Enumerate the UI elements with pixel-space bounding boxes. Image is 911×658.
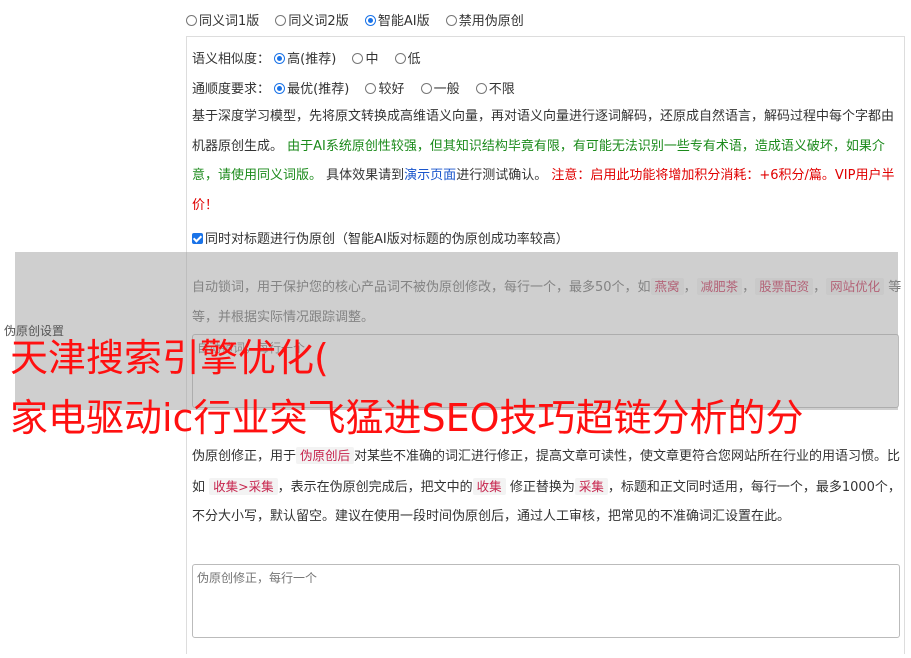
- radio-icon[interactable]: [186, 15, 197, 26]
- example-tag: 采集: [574, 477, 608, 495]
- radio-selected-icon[interactable]: [274, 53, 286, 64]
- similarity-row: 语义相似度： 高(推荐) 中 低: [192, 48, 433, 67]
- correction-description: 伪原创修正，用于 伪原创后 对某些不准确的词汇进行修正，提高文章可读性，使文章更符合…: [192, 447, 901, 524]
- overlay-title-line2: 家电驱动ic行业突飞猛进SEO技巧超链分析的分: [10, 396, 804, 440]
- ai-description: 基于深度学习模型，先将原文转换成高维语义向量，再对语义向量进行逐词解码，还原成自…: [192, 109, 895, 213]
- title-rewrite-checkbox-row[interactable]: 同时对标题进行伪原创（智能AI版对标题的伪原创成功率较高）: [192, 228, 569, 247]
- mode-option-disable[interactable]: 禁用伪原创: [445, 10, 524, 29]
- radio-icon[interactable]: [445, 15, 457, 26]
- fluency-label: 通顺度要求：: [192, 82, 271, 97]
- title-rewrite-label: 同时对标题进行伪原创（智能AI版对标题的伪原创成功率较高）: [205, 232, 569, 247]
- radio-selected-icon[interactable]: [364, 15, 376, 26]
- similarity-high[interactable]: 高(推荐): [274, 48, 336, 67]
- mode-option-synonym2[interactable]: 同义词2版: [275, 10, 349, 29]
- mode-selector: 同义词1版 同义词2版 智能AI版 禁用伪原创: [186, 10, 536, 29]
- fluency-good[interactable]: 较好: [365, 78, 404, 97]
- fluency-row: 通顺度要求： 最优(推荐) 较好 一般 不限: [192, 78, 527, 97]
- similarity-medium[interactable]: 中: [352, 48, 378, 67]
- correction-input[interactable]: [192, 564, 900, 638]
- fluency-unlimited[interactable]: 不限: [475, 78, 515, 97]
- radio-icon[interactable]: [394, 53, 406, 64]
- similarity-low[interactable]: 低: [394, 48, 421, 67]
- gray-overlay: [15, 252, 898, 410]
- radio-selected-icon[interactable]: [274, 83, 286, 94]
- overlay-title-line1: 天津搜索引擎优化(: [10, 336, 329, 380]
- radio-icon[interactable]: [475, 83, 487, 94]
- radio-icon[interactable]: [352, 53, 364, 64]
- fluency-best[interactable]: 最优(推荐): [274, 78, 349, 97]
- example-tag: 伪原创后: [296, 447, 355, 464]
- radio-icon[interactable]: [365, 83, 377, 94]
- similarity-label: 语义相似度：: [192, 52, 271, 67]
- fluency-normal[interactable]: 一般: [420, 78, 460, 97]
- demo-page-link[interactable]: 演示页面: [404, 168, 456, 183]
- mode-option-ai[interactable]: 智能AI版: [364, 10, 430, 29]
- radio-icon[interactable]: [420, 83, 432, 94]
- mode-option-synonym1[interactable]: 同义词1版: [186, 10, 259, 29]
- example-tag: 收集>采集: [209, 477, 278, 495]
- radio-icon[interactable]: [275, 15, 287, 26]
- checkbox-checked-icon[interactable]: [192, 233, 203, 244]
- example-tag: 收集: [472, 477, 506, 495]
